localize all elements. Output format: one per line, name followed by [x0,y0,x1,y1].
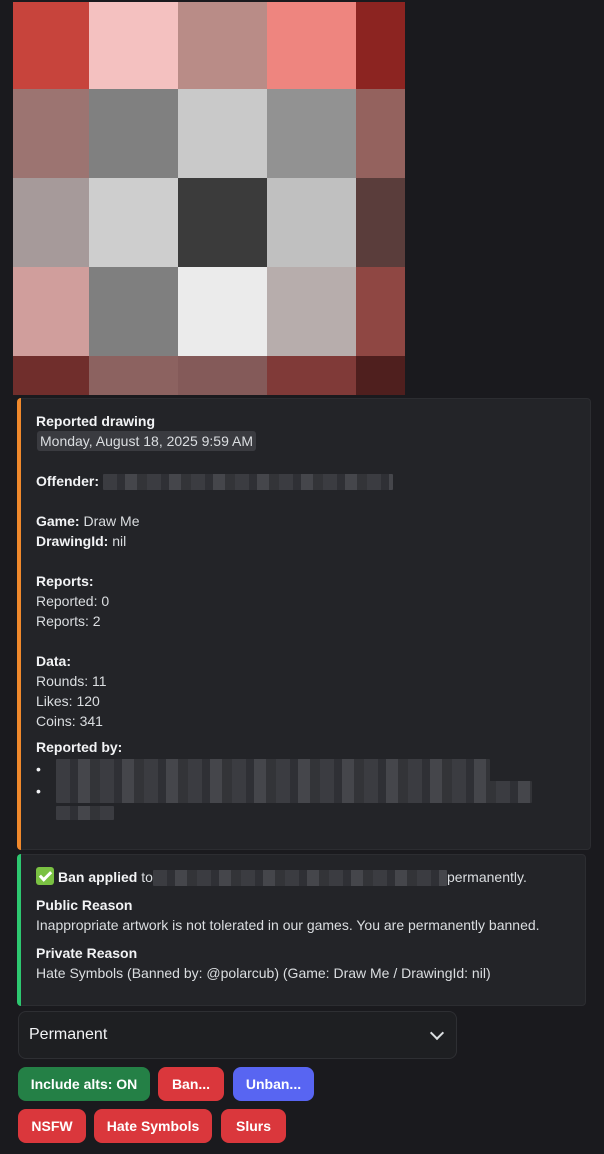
offender-line: Offender: [36,471,578,491]
drawing-pixel-cell [13,2,89,89]
report-timestamp[interactable]: Monday, August 18, 2025 9:59 AM [37,431,257,451]
bullet: • [36,761,41,777]
ban-duration-value: Permanent [29,1026,108,1043]
drawing-pixel-cell [267,178,356,267]
offender-redacted [102,474,393,491]
reported-by-label: Reported by: [36,739,123,755]
drawing-id-value: nil [108,533,127,549]
game-line: Game: Draw Me [36,511,578,531]
reporter-redacted [56,759,490,783]
game-label: Game: [36,513,80,529]
ban-duration-select[interactable]: Permanent [18,1011,457,1059]
blurred-drawing-image[interactable] [13,2,405,395]
drawing-pixel-cell [356,2,405,89]
reporter-redacted [56,806,114,820]
drawing-pixel-cell [13,89,89,178]
banned-user-redacted [152,870,447,887]
drawing-pixel-cell [178,89,267,178]
drawing-pixel-cell [178,178,267,267]
drawing-pixel-cell [356,267,405,356]
chevron-down-icon [429,1025,445,1041]
drawing-id-label: DrawingId: [36,533,109,549]
ban-to-text: to [137,869,153,885]
reports-label: Reports: [36,573,94,589]
likes-value: Likes: 120 [36,693,100,709]
bullet: • [36,783,41,799]
ban-permanently-text: permanently. [446,869,527,885]
rounds-value: Rounds: 11 [36,673,107,689]
slurs-button[interactable]: Slurs [221,1109,286,1143]
hate-symbols-button[interactable]: Hate Symbols [94,1109,212,1143]
drawing-pixel-cell [13,356,89,395]
drawing-pixel-cell [356,356,405,395]
white-check-mark-icon [36,867,54,885]
drawing-pixel-cell [89,267,178,356]
drawing-pixel-cell [267,267,356,356]
drawing-pixel-cell [89,89,178,178]
reporter-redacted [56,781,532,803]
drawing-pixel-cell [178,356,267,395]
public-reason-text: Inappropriate artwork is not tolerated i… [36,917,540,933]
private-reason-text: Hate Symbols (Banned by: @polarcub) (Gam… [36,965,491,981]
ban-embed: Ban applied to permanently. Public Reason… [17,854,586,1006]
reports-count: Reports: 2 [36,613,101,629]
reported-count: Reported: 0 [36,593,110,609]
ban-applied-label: Ban applied [58,869,138,885]
drawing-pixel-cell [89,2,178,89]
drawing-pixel-cell [13,178,89,267]
offender-label: Offender: [36,473,99,489]
drawing-pixel-cell [178,2,267,89]
reporter-list-item: • [36,781,578,820]
public-reason-title: Public Reason [36,897,133,913]
drawing-pixel-cell [356,178,405,267]
private-reason-title: Private Reason [36,945,138,961]
coins-value: Coins: 341 [36,713,103,729]
drawing-pixel-cell [267,356,356,395]
drawing-pixel-cell [89,356,178,395]
ban-button[interactable]: Ban... [158,1067,224,1101]
include-alts-button[interactable]: Include alts: ON [18,1067,150,1101]
drawing-pixel-cell [178,267,267,356]
data-label: Data: [36,653,72,669]
drawing-pixel-cell [267,2,356,89]
nsfw-button[interactable]: NSFW [18,1109,86,1143]
report-timestamp-line: Monday, August 18, 2025 9:59 AM [36,431,578,451]
ban-applied-line: Ban applied to permanently. [36,867,573,887]
drawing-pixel-cell [13,267,89,356]
drawing-pixel-cell [356,89,405,178]
drawing-pixel-cell [267,89,356,178]
report-embed: Reported drawing Monday, August 18, 2025… [17,398,591,850]
report-title: Reported drawing [36,413,156,429]
reporter-list-item: • [36,759,578,783]
game-value: Draw Me [79,513,140,529]
drawing-id-line: DrawingId: nil [36,531,578,551]
unban-button[interactable]: Unban... [233,1067,314,1101]
drawing-pixel-cell [89,178,178,267]
